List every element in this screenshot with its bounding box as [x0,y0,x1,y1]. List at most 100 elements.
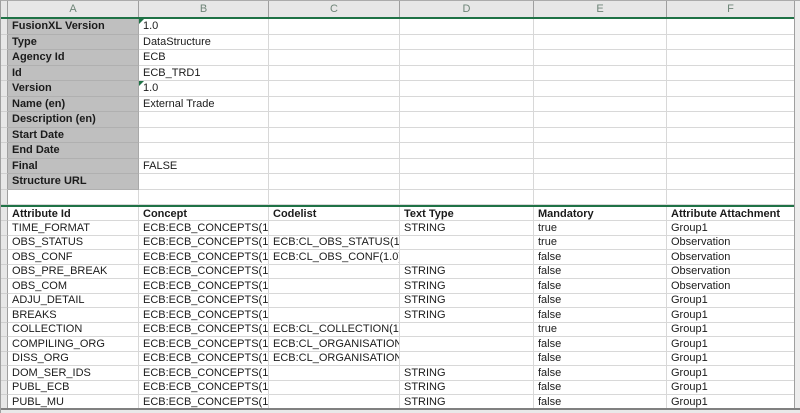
empty-cell[interactable] [534,97,667,113]
metadata-value-cell[interactable] [139,112,269,128]
attribute-id-cell[interactable]: OBS_COM [8,279,139,294]
concept-cell[interactable]: ECB:ECB_CONCEPTS(1.0).OBS_STATUS [139,236,269,251]
concept-cell[interactable]: ECB:ECB_CONCEPTS(1.0).TIME_FORMAT [139,221,269,236]
metadata-label-cell[interactable]: Final [8,159,139,175]
concept-cell[interactable]: ECB:ECB_CONCEPTS(1.0).BREAKS [139,308,269,323]
attribute-id-cell[interactable]: DOM_SER_IDS [8,366,139,381]
attachment-cell[interactable]: Group1 [667,294,795,309]
concept-cell[interactable]: ECB:ECB_CONCEPTS(1.0).ADJU_DETAIL [139,294,269,309]
codelist-cell[interactable] [269,265,400,280]
empty-cell[interactable] [400,35,534,51]
text-type-cell[interactable] [400,352,534,367]
empty-cell[interactable] [667,112,795,128]
metadata-label-cell[interactable]: Agency Id [8,50,139,66]
empty-cell[interactable] [400,174,534,190]
empty-cell[interactable] [400,97,534,113]
metadata-value-cell[interactable] [139,143,269,159]
text-type-cell[interactable]: STRING [400,265,534,280]
mandatory-cell[interactable]: false [534,366,667,381]
metadata-label-cell[interactable]: Name (en) [8,97,139,113]
empty-cell[interactable] [269,159,400,175]
concept-cell[interactable]: ECB:ECB_CONCEPTS(1.0).COLLECTION [139,323,269,338]
empty-cell[interactable] [534,174,667,190]
empty-cell[interactable] [400,143,534,159]
metadata-value-cell[interactable]: ECB [139,50,269,66]
metadata-value-cell[interactable] [139,128,269,144]
empty-cell[interactable] [534,50,667,66]
column-header-A[interactable]: A [8,1,139,17]
empty-cell[interactable] [667,19,795,35]
empty-cell[interactable] [400,190,534,206]
empty-cell[interactable] [269,128,400,144]
attr-col-header-codelist[interactable]: Codelist [269,207,400,221]
attribute-id-cell[interactable]: OBS_STATUS [8,236,139,251]
mandatory-cell[interactable]: true [534,221,667,236]
column-header-C[interactable]: C [269,1,400,17]
empty-cell[interactable] [400,159,534,175]
empty-cell[interactable] [400,112,534,128]
codelist-cell[interactable]: ECB:CL_ORGANISATION(1.0) [269,337,400,352]
attr-col-header-attribute-id[interactable]: Attribute Id [8,207,139,221]
codelist-cell[interactable] [269,366,400,381]
empty-cell[interactable] [667,66,795,82]
attribute-id-cell[interactable]: OBS_PRE_BREAK [8,265,139,280]
empty-cell[interactable] [667,50,795,66]
text-type-cell[interactable]: STRING [400,279,534,294]
attachment-cell[interactable]: Group1 [667,323,795,338]
attachment-cell[interactable]: Group1 [667,381,795,396]
empty-cell[interactable] [534,19,667,35]
attachment-cell[interactable]: Group1 [667,308,795,323]
column-header-F[interactable]: F [667,1,795,17]
codelist-cell[interactable]: ECB:CL_OBS_STATUS(1.0) [269,236,400,251]
empty-cell[interactable] [534,66,667,82]
mandatory-cell[interactable]: false [534,337,667,352]
attachment-cell[interactable]: Observation [667,236,795,251]
attribute-id-cell[interactable]: COMPILING_ORG [8,337,139,352]
text-type-cell[interactable]: STRING [400,294,534,309]
concept-cell[interactable]: ECB:ECB_CONCEPTS(1.0).OBS_COM [139,279,269,294]
attachment-cell[interactable]: Group1 [667,337,795,352]
empty-cell[interactable] [139,190,269,206]
empty-cell[interactable] [400,128,534,144]
empty-cell[interactable] [269,81,400,97]
empty-cell[interactable] [534,112,667,128]
mandatory-cell[interactable]: false [534,279,667,294]
mandatory-cell[interactable]: false [534,250,667,265]
metadata-label-cell[interactable]: Type [8,35,139,51]
attr-col-header-concept[interactable]: Concept [139,207,269,221]
text-type-cell[interactable]: STRING [400,366,534,381]
metadata-value-cell[interactable] [139,174,269,190]
metadata-label-cell[interactable]: Structure URL [8,174,139,190]
codelist-cell[interactable]: ECB:CL_OBS_CONF(1.0) [269,250,400,265]
metadata-value-cell[interactable]: DataStructure [139,35,269,51]
metadata-value-cell[interactable]: ECB_TRD1 [139,66,269,82]
text-type-cell[interactable] [400,337,534,352]
empty-cell[interactable] [667,159,795,175]
empty-cell[interactable] [400,81,534,97]
empty-cell[interactable] [8,190,139,206]
column-header-E[interactable]: E [534,1,667,17]
mandatory-cell[interactable]: true [534,236,667,251]
metadata-value-cell[interactable]: External Trade [139,97,269,113]
codelist-cell[interactable] [269,221,400,236]
empty-cell[interactable] [534,159,667,175]
metadata-label-cell[interactable]: Id [8,66,139,82]
text-type-cell[interactable] [400,323,534,338]
metadata-value-cell[interactable]: 1.0 [139,19,269,35]
empty-cell[interactable] [269,97,400,113]
attr-col-header-text-type[interactable]: Text Type [400,207,534,221]
concept-cell[interactable]: ECB:ECB_CONCEPTS(1.0).DOM_SER_IDS [139,366,269,381]
empty-cell[interactable] [400,50,534,66]
concept-cell[interactable]: ECB:ECB_CONCEPTS(1.0).PUBL_ECB [139,381,269,396]
concept-cell[interactable]: ECB:ECB_CONCEPTS(1.0).DISS_ORG [139,352,269,367]
empty-cell[interactable] [269,50,400,66]
text-type-cell[interactable] [400,250,534,265]
codelist-cell[interactable] [269,294,400,309]
mandatory-cell[interactable]: false [534,265,667,280]
attr-col-header-attribute-attachment[interactable]: Attribute Attachment [667,207,795,221]
metadata-value-cell[interactable]: 1.0 [139,81,269,97]
attachment-cell[interactable]: Observation [667,265,795,280]
text-type-cell[interactable]: STRING [400,221,534,236]
attachment-cell[interactable]: Observation [667,279,795,294]
metadata-label-cell[interactable]: Start Date [8,128,139,144]
